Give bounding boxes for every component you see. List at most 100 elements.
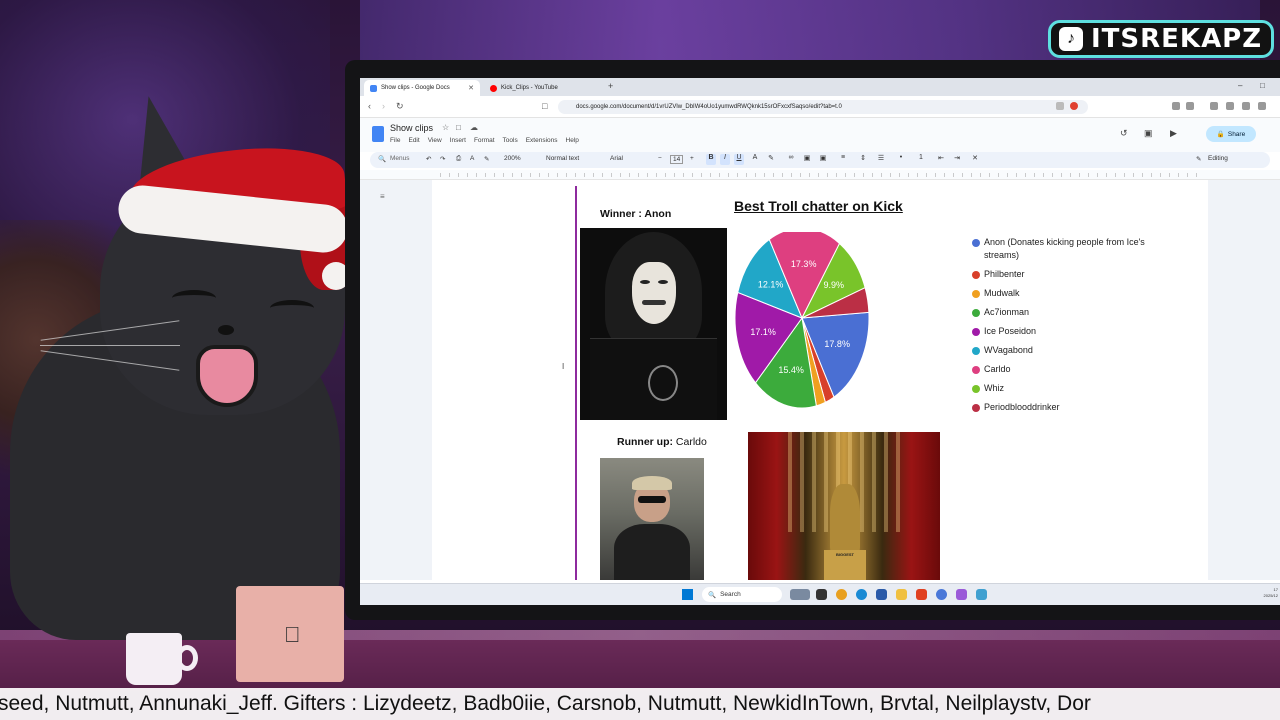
carldo-photo[interactable] [600,458,704,580]
edge-icon[interactable] [856,589,867,600]
tab-show-clips[interactable]: Show clips - Google Docs ✕ [364,80,480,96]
font-size-input[interactable]: 14 [670,155,684,164]
underline-button[interactable]: U [734,154,744,165]
text-color-icon[interactable]: A [750,154,760,165]
star-icon[interactable]: ☆ [442,123,449,132]
bold-button[interactable]: B [706,154,716,165]
taskbar-clock[interactable]: 17 2025/12 [1258,587,1278,598]
menu-format[interactable]: Format [474,137,495,144]
menu-help[interactable]: Help [566,137,579,144]
print-icon[interactable]: ⎙ [456,155,461,163]
add-comment-icon[interactable]: ▣ [802,154,812,165]
store-icon[interactable] [876,589,887,600]
mask-eye [658,280,668,284]
maximize-icon[interactable]: □ [1260,81,1265,90]
legend-item: Ice Poseidon [972,325,1172,338]
document-title[interactable]: Show clips [390,123,433,133]
pie-slice-label: 17.8% [824,339,850,349]
redo-icon[interactable]: ↷ [440,155,445,163]
anonymous-hacker-image[interactable] [580,228,727,420]
menu-extensions[interactable]: Extensions [526,137,558,144]
new-tab-icon[interactable]: + [608,81,613,91]
extension-icon[interactable] [1210,102,1218,110]
legend-label: Ice Poseidon [984,326,1037,337]
legend-swatch [972,328,980,337]
discord-icon[interactable] [936,589,947,600]
extension-icon[interactable] [1258,102,1266,110]
mask-mustache [642,300,666,305]
spellcheck-icon[interactable]: A [470,155,474,162]
bulleted-list-icon[interactable]: • [896,154,906,165]
menu-insert[interactable]: Insert [450,137,466,144]
editing-mode-select[interactable]: Editing [1208,155,1228,162]
legend-label: Periodblooddrinker [984,402,1060,413]
legend-label: Mudwalk [984,288,1020,299]
winner-label: Winner : Anon [600,208,672,220]
decrease-indent-icon[interactable]: ⇤ [936,154,946,165]
pie-chart[interactable]: 17.8% 15.4% 17.1% 12.1% 17.3% 9.9% [734,227,875,423]
style-select[interactable]: Normal text [546,155,579,162]
document-page[interactable]: I Winner : Anon Best Troll chatter on Ki… [432,180,1208,580]
move-icon[interactable]: □ [456,123,461,132]
menu-file[interactable]: File [390,137,400,144]
forward-icon[interactable]: › [382,101,385,111]
zoom-select[interactable]: 200% [504,155,521,162]
extension-icon[interactable] [1172,102,1180,110]
app-icon[interactable] [976,589,987,600]
cat-mouth [196,345,258,407]
comment-icon[interactable]: ▣ [1144,128,1153,139]
obs-icon[interactable] [956,589,967,600]
history-icon[interactable]: ↺ [1120,128,1128,139]
file-explorer-icon[interactable] [896,589,907,600]
align-icon[interactable]: ≡ [838,154,848,165]
legend-label: Philbenter [984,269,1025,280]
decrease-font-icon[interactable]: − [658,155,662,162]
close-icon[interactable]: ✕ [468,84,474,92]
chrome-icon[interactable] [836,589,847,600]
meet-icon[interactable]: ▶ [1170,128,1177,139]
increase-font-icon[interactable]: + [690,155,694,162]
numbered-list-icon[interactable]: 1 [916,154,926,165]
youtube-icon [490,84,497,92]
checklist-icon[interactable]: ☰ [876,154,886,165]
insert-image-icon[interactable]: ▣ [818,154,828,165]
google-docs-icon[interactable] [372,126,384,142]
minimize-icon[interactable]: – [1238,81,1242,90]
task-view-icon[interactable] [816,589,827,600]
paint-format-icon[interactable]: ✎ [484,155,489,163]
link-icon[interactable]: ∞ [786,154,796,165]
extension-icon[interactable] [1070,102,1078,110]
clear-formatting-icon[interactable]: ✕ [970,154,980,165]
search-icon: 🔍 [708,591,717,599]
highlight-icon[interactable]: ✎ [766,154,776,165]
share-page-icon[interactable] [1056,102,1064,110]
menu-tools[interactable]: Tools [503,137,518,144]
line-spacing-icon[interactable]: ⇕ [858,154,868,165]
url-field[interactable]: docs.google.com/document/d/1vrUZVlw_DbIW… [558,100,1088,114]
taskbar-search[interactable]: 🔍 Search [702,587,782,602]
ruler[interactable] [360,170,1280,180]
cloud-icon[interactable]: ☁ [470,123,478,132]
windows-start-icon[interactable] [682,589,693,600]
italic-button[interactable]: I [720,154,730,165]
search-icon[interactable]: 🔍 [378,155,386,163]
font-select[interactable]: Arial [610,155,623,162]
bookmark-icon[interactable]: □ [542,101,547,111]
menu-edit[interactable]: Edit [408,137,419,144]
reload-icon[interactable]: ↻ [396,101,404,112]
extension-icon[interactable] [1242,102,1250,110]
tab-kick-clips[interactable]: Kick_Clips - YouTube [484,80,600,96]
widget-icon[interactable] [790,589,810,600]
menu-view[interactable]: View [428,137,442,144]
share-button[interactable]: 🔒 Share [1206,126,1256,142]
menu-search[interactable]: Menus [390,155,410,162]
outline-icon[interactable]: ≡ [380,192,385,201]
extension-icon[interactable] [1226,102,1234,110]
undo-icon[interactable]: ↶ [426,155,431,163]
increase-indent-icon[interactable]: ⇥ [952,154,962,165]
extension-icon[interactable] [1186,102,1194,110]
golden-statue-stage-image[interactable]: BIGGEST [748,432,940,580]
formatting-toolbar: 🔍 Menus ↶ ↷ ⎙ A ✎ 200% Normal text Arial… [370,152,1270,168]
brave-icon[interactable] [916,589,927,600]
back-icon[interactable]: ‹ [368,101,371,111]
